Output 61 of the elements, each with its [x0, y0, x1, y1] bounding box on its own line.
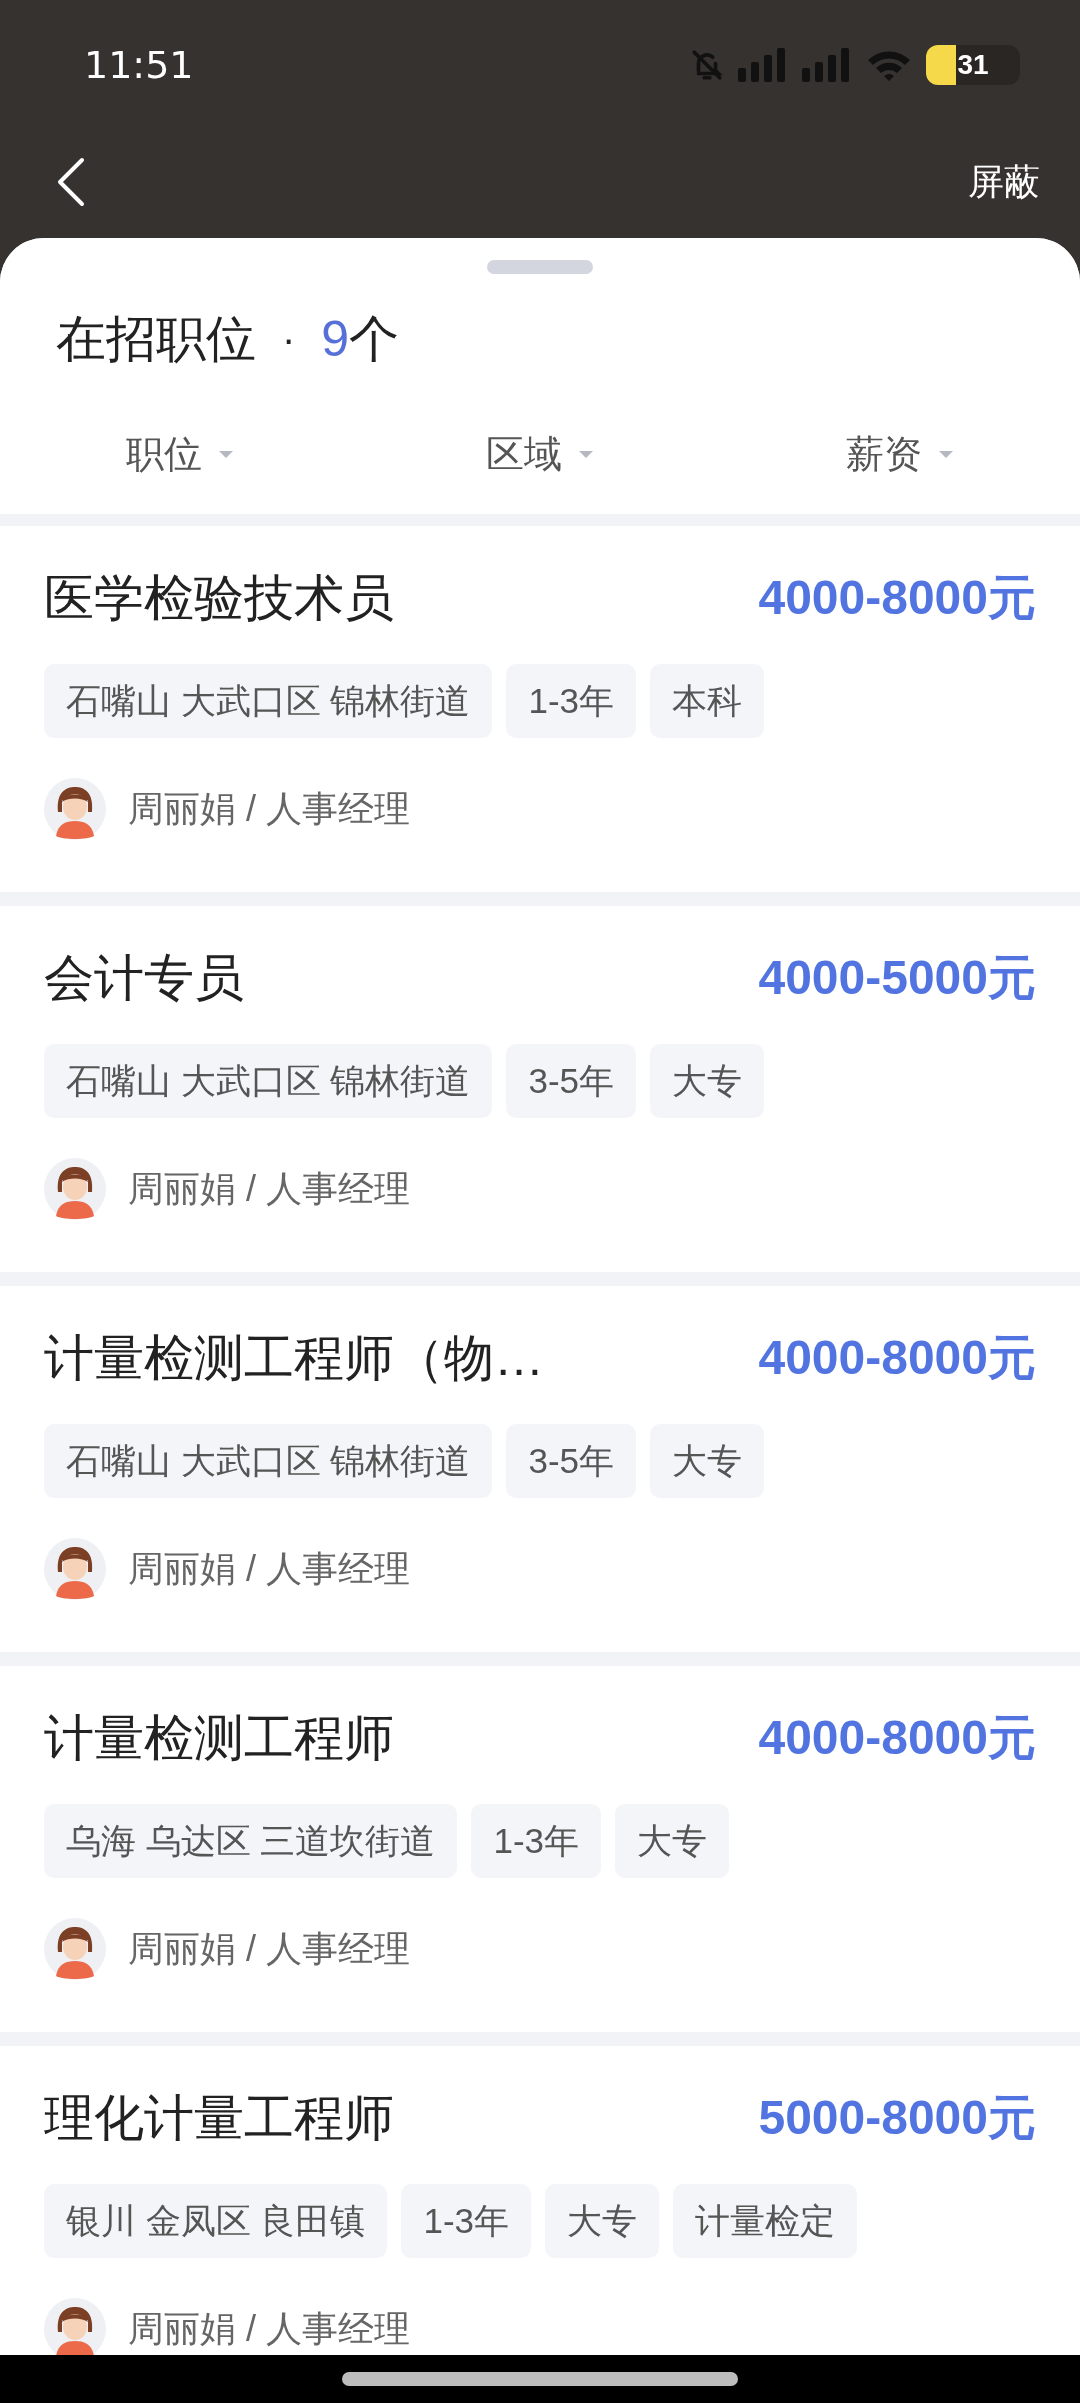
- recruiter-name: 周丽娟 / 人事经理: [128, 1167, 410, 1211]
- job-tag: 大专: [650, 1424, 765, 1498]
- wifi-icon: [866, 48, 912, 82]
- separator-dot: ·: [282, 316, 296, 363]
- job-title: 理化计量工程师: [44, 2088, 394, 2148]
- caret-icon: [578, 449, 594, 459]
- job-tag: 乌海 乌达区 三道坎街道: [44, 1804, 458, 1878]
- salary: 5000-8000元: [758, 2090, 1036, 2146]
- back-icon[interactable]: [56, 157, 86, 207]
- job-tag: 1-3年: [506, 664, 637, 738]
- section-title: 在招职位: [56, 309, 256, 369]
- job-card[interactable]: 医学检验技术员 4000-8000元 石嘴山 大武口区 锦林街道 1-3年 本科 周丽娟 / 人事经理: [0, 526, 1080, 892]
- recruiter-name: 周丽娟 / 人事经理: [128, 787, 410, 831]
- signal-icon: [738, 48, 788, 82]
- caret-icon: [938, 449, 954, 459]
- battery-indicator: 31: [926, 45, 1020, 85]
- muted-bell-icon: [690, 48, 724, 82]
- job-tag: 3-5年: [506, 1044, 637, 1118]
- salary: 4000-5000元: [758, 950, 1036, 1006]
- avatar-icon: [44, 2298, 106, 2355]
- job-title: 医学检验技术员: [44, 568, 394, 628]
- job-tag: 大专: [545, 2184, 660, 2258]
- job-title: 计量检测工程师: [44, 1708, 394, 1768]
- caret-icon: [218, 449, 234, 459]
- salary: 4000-8000元: [758, 1710, 1036, 1766]
- job-card[interactable]: 计量检测工程师 4000-8000元 乌海 乌达区 三道坎街道 1-3年 大专 周丽娟 / 人事经理: [0, 1666, 1080, 2032]
- count-unit: 个: [349, 309, 400, 369]
- recruiter-name: 周丽娟 / 人事经理: [128, 1927, 410, 1971]
- job-tag: 大专: [650, 1044, 765, 1118]
- job-card[interactable]: 会计专员 4000-5000元 石嘴山 大武口区 锦林街道 3-5年 大专 周丽娟 / 人事经理: [0, 906, 1080, 1272]
- job-tag: 3-5年: [506, 1424, 637, 1498]
- recruiter-name: 周丽娟 / 人事经理: [128, 1547, 410, 1591]
- avatar-icon: [44, 1158, 106, 1220]
- recruiter-name: 周丽娟 / 人事经理: [128, 2307, 410, 2351]
- signal-icon: [802, 48, 852, 82]
- avatar-icon: [44, 778, 106, 840]
- salary: 4000-8000元: [758, 1330, 1036, 1386]
- job-tag: 石嘴山 大武口区 锦林街道: [44, 664, 493, 738]
- status-time: 11:51: [84, 41, 194, 89]
- salary: 4000-8000元: [758, 570, 1036, 626]
- job-title: 计量检测工程师（物…: [44, 1328, 544, 1388]
- job-count: 9: [321, 309, 350, 369]
- drag-handle[interactable]: [487, 260, 593, 274]
- job-tag: 大专: [615, 1804, 730, 1878]
- avatar-icon: [44, 1538, 106, 1600]
- job-card[interactable]: 理化计量工程师 5000-8000元 银川 金凤区 良田镇 1-3年 大专 计量检定 周丽娟 / 人事经理: [0, 2046, 1080, 2355]
- home-indicator[interactable]: [342, 2372, 738, 2386]
- job-tag: 石嘴山 大武口区 锦林街道: [44, 1424, 493, 1498]
- job-tag: 银川 金凤区 良田镇: [44, 2184, 388, 2258]
- job-tag: 1-3年: [471, 1804, 602, 1878]
- job-tag: 石嘴山 大武口区 锦林街道: [44, 1044, 493, 1118]
- job-title: 会计专员: [44, 948, 244, 1008]
- job-tag: 1-3年: [401, 2184, 532, 2258]
- filter-dropdown[interactable]: 职位: [0, 425, 360, 483]
- filter-dropdown[interactable]: 区域: [360, 425, 720, 483]
- job-tag: 计量检定: [673, 2184, 858, 2258]
- filter-dropdown[interactable]: 薪资: [720, 425, 1080, 483]
- block-button[interactable]: 屏蔽: [968, 155, 1040, 209]
- job-card[interactable]: 计量检测工程师（物… 4000-8000元 石嘴山 大武口区 锦林街道 3-5年 大专 周丽娟 / 人事经理: [0, 1286, 1080, 1652]
- job-tag: 本科: [650, 664, 765, 738]
- avatar-icon: [44, 1918, 106, 1980]
